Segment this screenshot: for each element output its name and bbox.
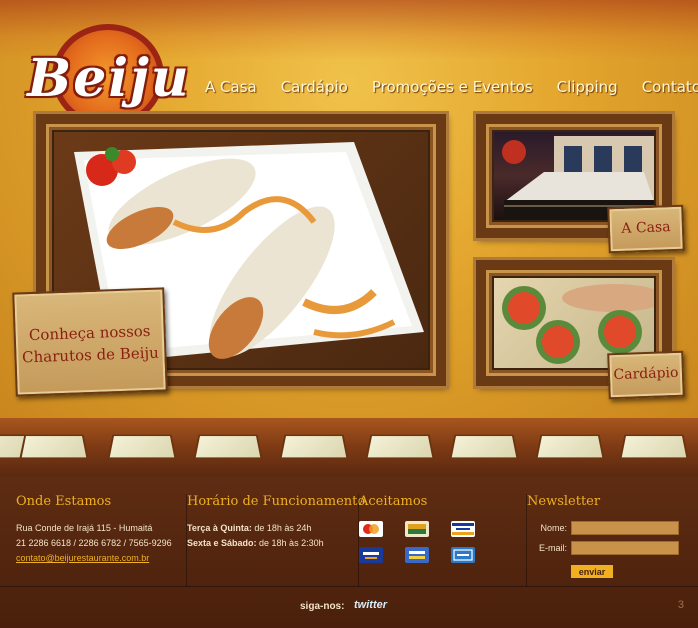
logo-text: Beiju (27, 48, 191, 109)
floor-tile (365, 434, 435, 460)
follow-label: siga-nos: (300, 601, 345, 612)
charutos-label-line2: Charutos de Beiju (21, 343, 160, 367)
main-nav: A Casa Cardápio Promoções e Eventos Clip… (205, 78, 698, 100)
newsletter-title: Newsletter (527, 494, 601, 509)
redeshop-icon (405, 521, 429, 537)
hours-time-2: de 18h às 2:30h (256, 538, 324, 548)
page-number: 3 (677, 599, 684, 611)
email-label: E-mail: (538, 543, 567, 553)
newsletter-section: Newsletter Nome: E-mail: enviar (526, 494, 690, 586)
newsletter-submit-button[interactable]: enviar (571, 565, 613, 578)
payments-title: Aceitamos (359, 494, 428, 509)
newsletter-name-input[interactable] (571, 521, 679, 535)
twitter-link[interactable]: twitter (354, 599, 387, 611)
hours-title: Horário de Funcionamento (187, 494, 366, 509)
address-text: Rua Conde de Irajá 115 - Humaitá (16, 523, 153, 533)
mastercard-icon (359, 521, 383, 537)
nav-item-clipping[interactable]: Clipping (557, 78, 618, 100)
phone-text: 21 2286 6618 / 2286 6782 / 7565-9296 (16, 538, 172, 548)
hours-time-1: de 18h às 24h (251, 523, 312, 533)
payment-cards (359, 521, 518, 563)
a-casa-label-board[interactable]: A Casa (607, 204, 685, 254)
location-title: Onde Estamos (16, 494, 112, 509)
contact-email-link[interactable]: contato@beijurestaurante.com.br (16, 551, 178, 566)
payments-section: Aceitamos (358, 494, 518, 586)
newsletter-email-input[interactable] (571, 541, 679, 555)
newsletter-email-row: E-mail: (527, 541, 690, 555)
location-section: Onde Estamos Rua Conde de Irajá 115 - Hu… (16, 494, 178, 586)
newsletter-name-row: Nome: (527, 521, 690, 535)
cardapio-label-board[interactable]: Cardápio (607, 350, 685, 400)
hours-section: Horário de Funcionamento Terça à Quinta:… (186, 494, 366, 586)
charutos-label-board[interactable]: Conheça nossos Charutos de Beiju (12, 287, 168, 397)
hours-days-1: Terça à Quinta: (187, 523, 252, 533)
floor-tile (279, 434, 349, 460)
nav-item-cardapio[interactable]: Cardápio (281, 78, 348, 100)
tile-strip (0, 418, 698, 476)
hours-line-1: Terça à Quinta: de 18h às 24h (187, 521, 350, 536)
name-label: Nome: (540, 523, 567, 533)
floor-tile (19, 434, 89, 460)
hours-days-2: Sexta e Sábado: (187, 538, 257, 548)
visa-icon (451, 521, 475, 537)
nav-item-a-casa[interactable]: A Casa (205, 78, 257, 100)
footer: Onde Estamos Rua Conde de Irajá 115 - Hu… (0, 476, 698, 628)
nav-item-contato[interactable]: Contato (642, 78, 698, 100)
amex-icon (451, 547, 475, 563)
nav-item-promocoes-eventos[interactable]: Promoções e Eventos (372, 78, 533, 100)
social-bar: siga-nos: twitter 3 (0, 586, 698, 628)
hours-line-2: Sexta e Sábado: de 18h às 2:30h (187, 536, 350, 551)
floor-tile (535, 434, 605, 460)
floor-tile (619, 434, 689, 460)
visa-electron-icon (359, 547, 383, 563)
floor-tile (449, 434, 519, 460)
floor-tile (107, 434, 177, 460)
visa-vale-icon (405, 547, 429, 563)
floor-tile (193, 434, 263, 460)
